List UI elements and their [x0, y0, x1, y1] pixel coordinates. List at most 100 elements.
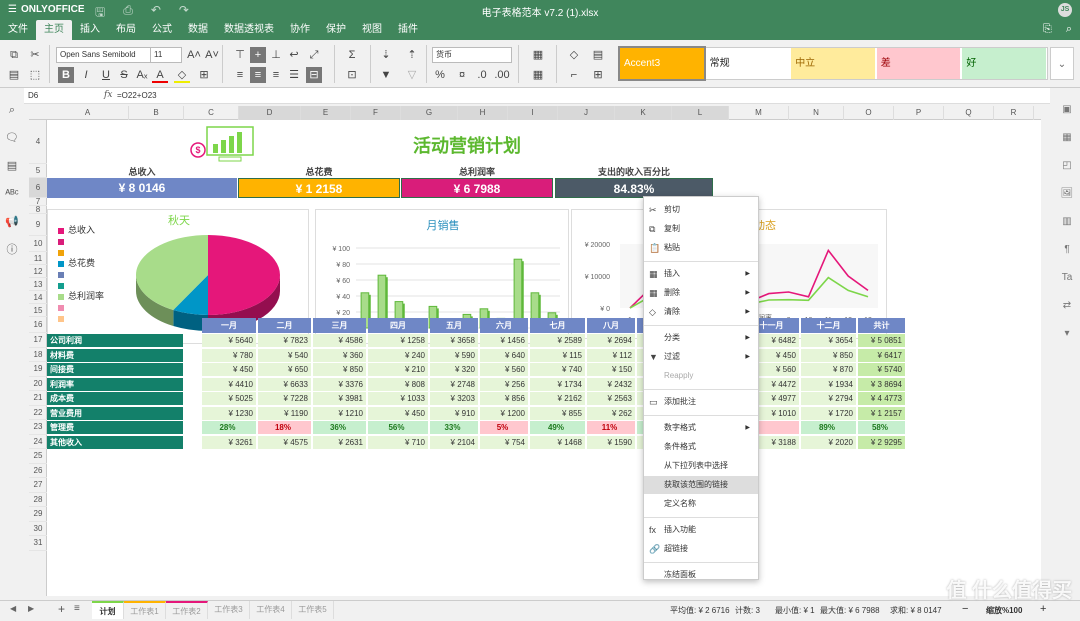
data-cell[interactable]: ¥ 3376	[313, 378, 366, 391]
name-box[interactable]: D6	[28, 89, 98, 103]
row-label[interactable]: 营业费用	[47, 407, 183, 420]
paste-icon[interactable]: ▤	[6, 67, 22, 83]
data-cell[interactable]: ¥ 7823	[258, 334, 311, 347]
align-center-icon[interactable]: ≡	[250, 67, 266, 83]
data-cell[interactable]: ¥ 2631	[313, 436, 366, 449]
fill-color-button[interactable]: ◇	[174, 67, 190, 83]
menu-tab[interactable]: 主页	[36, 20, 72, 40]
row-header[interactable]: 29	[29, 507, 47, 522]
increase-font-icon[interactable]: A˄	[186, 47, 202, 63]
pivot-settings-icon[interactable]: ⇄	[1054, 296, 1080, 324]
row-label[interactable]: 公司利润	[47, 334, 183, 347]
data-cell[interactable]: ¥ 855	[530, 407, 585, 420]
row-header[interactable]: 13	[29, 278, 47, 291]
underline-button[interactable]: U	[98, 67, 114, 83]
data-cell[interactable]: ¥ 2432	[587, 378, 635, 391]
row-label[interactable]: 管理费	[47, 421, 183, 434]
borders-button[interactable]: ⊞	[196, 67, 212, 83]
month-header[interactable]: 六月	[480, 318, 528, 333]
row-header[interactable]: 28	[29, 493, 47, 508]
increase-decimal-icon[interactable]: .00	[494, 67, 510, 83]
open-location-icon[interactable]: ⎘	[1043, 23, 1052, 36]
data-cell[interactable]: ¥ 808	[368, 378, 428, 391]
data-cell[interactable]: ¥ 3261	[202, 436, 256, 449]
data-cell[interactable]: ¥ 590	[430, 349, 478, 362]
data-cell[interactable]: ¥ 210	[368, 363, 428, 376]
sheet-list-icon[interactable]: ≡	[74, 603, 80, 614]
zoom-out-button[interactable]: −	[962, 603, 968, 615]
data-cell[interactable]: ¥ 710	[368, 436, 428, 449]
data-cell[interactable]: ¥ 910	[430, 407, 478, 420]
row-header[interactable]: 19	[29, 362, 47, 377]
data-cell[interactable]: ¥ 1720	[801, 407, 856, 420]
month-header[interactable]: 十二月	[801, 318, 856, 333]
column-header[interactable]: P	[894, 106, 944, 120]
data-cell[interactable]: 56%	[368, 421, 428, 434]
context-menu-item[interactable]: 📋粘贴	[644, 239, 758, 257]
cell-grid[interactable]: $ 活动营销计划 总收入¥ 8 0146总花费¥ 1 2158总利润率¥ 6 7…	[47, 120, 1041, 596]
font-color-button[interactable]: A	[152, 67, 168, 83]
context-menu-item[interactable]: 🔗超链接	[644, 540, 758, 558]
row-header[interactable]: 15	[29, 304, 47, 317]
justify-icon[interactable]: ☰	[286, 67, 302, 83]
kpi-value[interactable]: ¥ 6 7988	[401, 178, 553, 198]
sheet-tab[interactable]: 计划	[92, 601, 124, 619]
data-cell[interactable]: ¥ 754	[480, 436, 528, 449]
data-cell[interactable]: ¥ 4 4773	[858, 392, 905, 405]
data-cell[interactable]: ¥ 150	[587, 363, 635, 376]
context-menu-item[interactable]: ⧉复制	[644, 220, 758, 238]
data-cell[interactable]: ¥ 2794	[801, 392, 856, 405]
cut-icon[interactable]: ✂	[27, 47, 43, 63]
data-cell[interactable]: ¥ 320	[430, 363, 478, 376]
image-settings-icon[interactable]: 🖼	[1054, 184, 1080, 212]
row-header[interactable]: 23	[29, 420, 47, 435]
column-header[interactable]: D	[239, 106, 301, 120]
month-header[interactable]: 四月	[368, 318, 428, 333]
row-header[interactable]: 6	[29, 178, 47, 198]
sheet-tab[interactable]: 工作表4	[250, 601, 292, 619]
data-cell[interactable]: 5%	[480, 421, 528, 434]
data-cell[interactable]: ¥ 640	[480, 349, 528, 362]
data-cell[interactable]: ¥ 2563	[587, 392, 635, 405]
row-header[interactable]: 20	[29, 377, 47, 392]
row-label[interactable]: 成本费	[47, 392, 183, 405]
data-cell[interactable]: ¥ 6633	[258, 378, 311, 391]
context-menu-item[interactable]: ▼过滤▶	[644, 348, 758, 366]
data-cell[interactable]: ¥ 450	[202, 363, 256, 376]
data-cell[interactable]: ¥ 115	[530, 349, 585, 362]
data-cell[interactable]: ¥ 3654	[801, 334, 856, 347]
row-header[interactable]: 16	[29, 317, 47, 333]
kpi-value[interactable]: ¥ 1 2158	[238, 178, 400, 198]
sum-icon[interactable]: Σ	[344, 47, 360, 63]
sort-ascending-icon[interactable]: ⇣	[378, 47, 394, 63]
add-sheet-icon[interactable]: +	[58, 602, 65, 616]
context-menu-item[interactable]: ▦删除▶	[644, 284, 758, 302]
align-left-icon[interactable]: ≡	[232, 67, 248, 83]
row-header[interactable]: 26	[29, 464, 47, 479]
menu-tab[interactable]: 数据	[180, 20, 216, 40]
month-header[interactable]: 七月	[530, 318, 585, 333]
context-menu-item[interactable]: ▦插入▶	[644, 265, 758, 283]
align-middle-icon[interactable]: +	[250, 47, 266, 63]
align-top-icon[interactable]: ⊤	[232, 47, 248, 63]
orientation-icon[interactable]: ⤢	[306, 47, 322, 63]
data-cell[interactable]: ¥ 5740	[858, 363, 905, 376]
context-menu-item[interactable]: ◇清除▶	[644, 303, 758, 321]
column-header[interactable]: O	[844, 106, 894, 120]
row-header[interactable]: 22	[29, 406, 47, 421]
month-header[interactable]: 八月	[587, 318, 635, 333]
shape-settings-icon[interactable]: ◰	[1054, 156, 1080, 184]
context-menu-item[interactable]: 条件格式	[644, 438, 758, 456]
table-settings-icon[interactable]: ▦	[1054, 128, 1080, 156]
data-cell[interactable]: 18%	[258, 421, 311, 434]
column-header[interactable]: G	[401, 106, 458, 120]
data-cell[interactable]: ¥ 5025	[202, 392, 256, 405]
row-header[interactable]: 11	[29, 252, 47, 265]
data-cell[interactable]: ¥ 3 8694	[858, 378, 905, 391]
context-menu-item[interactable]: 冻结面板	[644, 566, 758, 584]
strikethrough-button[interactable]: S	[116, 67, 132, 83]
table-icon[interactable]: ⊞	[590, 67, 606, 83]
data-cell[interactable]: ¥ 1590	[587, 436, 635, 449]
context-menu-item[interactable]: 获取该范围的链接	[644, 476, 758, 494]
data-cell[interactable]: ¥ 4575	[258, 436, 311, 449]
